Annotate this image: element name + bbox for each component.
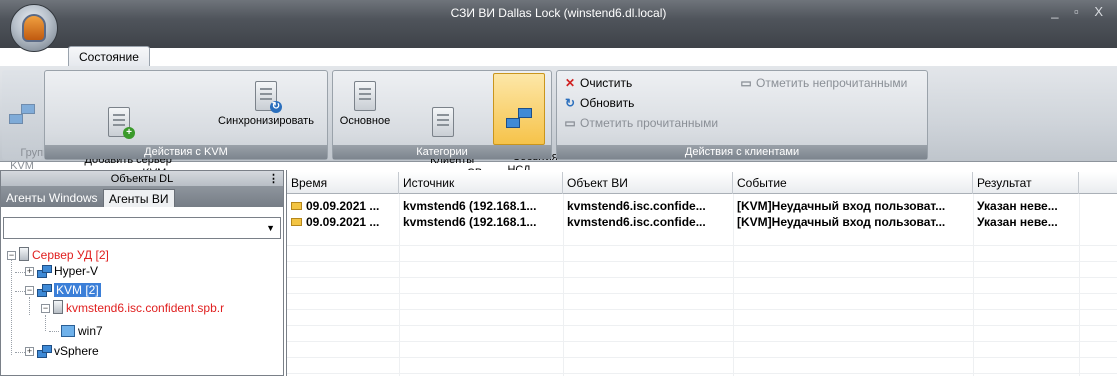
- network-icon: [37, 265, 52, 278]
- collapse-toggle[interactable]: −: [41, 304, 50, 313]
- mark-read-icon: ▭: [564, 116, 576, 130]
- window-controls[interactable]: _ ▫ X: [1051, 4, 1109, 19]
- mark-read-button[interactable]: ▭ Отметить прочитанными: [563, 115, 718, 131]
- column-header-source[interactable]: Источник: [399, 172, 563, 194]
- tree-node-server[interactable]: Сервер УД [2]: [19, 247, 109, 263]
- refresh-label: Обновить: [580, 96, 635, 110]
- ribbon-group-categories: Основное Клиенты управления СВ События Н…: [332, 70, 558, 179]
- tree-node-label: Hyper-V: [54, 264, 99, 278]
- chevron-down-icon[interactable]: ▼: [266, 223, 275, 233]
- group-label-categories: Категории: [333, 145, 551, 159]
- network-icon: [37, 284, 52, 297]
- agent-tabs: Агенты Windows Агенты ВИ: [1, 187, 283, 207]
- category-basic-button[interactable]: Основное: [337, 81, 393, 128]
- tab-kvm-roles[interactable]: Роли KVM: [164, 46, 241, 66]
- panel-menu-icon[interactable]: ⋮: [268, 172, 279, 185]
- collapse-toggle[interactable]: −: [25, 286, 34, 295]
- objects-panel-title: Объекты DL: [1, 171, 283, 187]
- table-row[interactable]: 09.09.2021 ... kvmstend6 (192.168.1... k…: [287, 214, 1117, 230]
- network-icon: [37, 345, 52, 358]
- tab-kvm-security-params[interactable]: Параметры безопасности KVM: [252, 46, 445, 66]
- envelope-icon: [291, 202, 302, 210]
- tab-windows-agents[interactable]: Агенты Windows: [1, 189, 103, 207]
- mark-read-label: Отметить прочитанными: [580, 116, 719, 130]
- group-label-kvm-actions: Действия с KVM: [45, 145, 327, 159]
- refresh-button[interactable]: ↻ Обновить: [563, 95, 634, 111]
- tree-node-vm[interactable]: win7: [61, 323, 103, 339]
- table-row[interactable]: 09.09.2021 ... kvmstend6 (192.168.1... k…: [287, 198, 1117, 214]
- server-add-icon: +: [108, 107, 135, 139]
- tree-node-vsphere[interactable]: vSphere: [37, 343, 99, 359]
- ribbon: Группа KVM + Добавить сервер виртуализац…: [0, 66, 1117, 179]
- cell-event: [KVM]Неудачный вход пользоват...: [737, 199, 946, 213]
- clear-button[interactable]: ✕ Очистить: [563, 75, 632, 91]
- agent-filter-combo[interactable]: ▼: [3, 217, 281, 239]
- clear-label: Очистить: [580, 76, 633, 90]
- grid-header: Время Источник Объект ВИ Событие Результ…: [287, 172, 1117, 194]
- server-settings-icon: [354, 81, 376, 111]
- tree-node-label: kvmstend6.isc.confident.spb.r: [66, 301, 225, 315]
- column-header-time[interactable]: Время: [287, 172, 399, 194]
- mark-unread-label: Отметить непрочитанными: [756, 76, 908, 90]
- ribbon-group-kvm-actions: + Добавить сервер виртуализации KVM... ↻…: [44, 70, 328, 179]
- app-logo-icon: [22, 14, 46, 42]
- vm-icon: [61, 325, 75, 337]
- column-header-result[interactable]: Результат: [973, 172, 1079, 194]
- objects-tree: − Сервер УД [2] + Hyper-V − KVM [2] − kv…: [1, 247, 283, 376]
- add-plus-icon: +: [123, 127, 135, 139]
- app-menu-button[interactable]: [10, 4, 58, 52]
- expand-toggle[interactable]: +: [25, 347, 34, 356]
- expand-toggle[interactable]: +: [25, 267, 34, 276]
- server-icon: [53, 300, 63, 314]
- server-icon: [19, 247, 29, 261]
- category-events-button[interactable]: События НСД: [493, 73, 558, 176]
- network-icon: [9, 104, 35, 130]
- events-grid: Время Источник Объект ВИ Событие Результ…: [286, 170, 1117, 376]
- cell-time: 09.09.2021 ...: [306, 215, 380, 229]
- cell-source: kvmstend6 (192.168.1...: [403, 199, 537, 213]
- close-icon: ✕: [564, 76, 576, 90]
- envelope-icon: [291, 218, 302, 226]
- category-basic-label: Основное: [339, 115, 391, 127]
- cell-result: Указан неве...: [977, 199, 1058, 213]
- mark-unread-icon: ▭: [740, 76, 752, 90]
- ribbon-group-client-actions: ✕ Очистить ↻ Обновить ▭ Отметить прочитанны…: [556, 70, 928, 160]
- group-label-client-actions: Действия с клиентами: [557, 145, 927, 159]
- objects-panel: Объекты DL ⋮ Агенты Windows Агенты ВИ ▼ …: [0, 170, 284, 376]
- server-sync-icon: ↻: [255, 81, 282, 113]
- tree-node-label: KVM [2]: [54, 283, 101, 297]
- warning-network-icon: [506, 108, 532, 134]
- tab-state[interactable]: Состояние: [68, 46, 150, 66]
- tree-node-label: vSphere: [54, 344, 99, 358]
- tree-node-kvm-host[interactable]: kvmstend6.isc.confident.spb.r: [53, 300, 224, 316]
- collapse-toggle[interactable]: −: [7, 251, 16, 260]
- tree-node-hyperv[interactable]: Hyper-V: [37, 263, 98, 279]
- cell-object: kvmstend6.isc.confide...: [567, 215, 706, 229]
- mark-unread-button[interactable]: ▭ Отметить непрочитанными: [739, 75, 907, 91]
- window-title: СЗИ ВИ Dallas Lock (winstend6.dl.local): [450, 6, 667, 20]
- cell-object: kvmstend6.isc.confide...: [567, 199, 706, 213]
- column-header-object[interactable]: Объект ВИ: [563, 172, 733, 194]
- ribbon-group-kvm: Группа KVM: [2, 70, 55, 172]
- tree-node-label: win7: [78, 324, 103, 338]
- sync-icon: ↻: [270, 101, 282, 113]
- column-header-event[interactable]: Событие: [733, 172, 973, 194]
- server-clients-icon: [432, 107, 454, 137]
- refresh-icon: ↻: [564, 96, 576, 110]
- sync-label: Синхронизировать: [218, 115, 314, 127]
- cell-result: Указан неве...: [977, 215, 1058, 229]
- cell-time: 09.09.2021 ...: [306, 199, 380, 213]
- cell-event: [KVM]Неудачный вход пользоват...: [737, 215, 946, 229]
- tree-node-kvm[interactable]: KVM [2]: [37, 282, 101, 298]
- sync-button[interactable]: ↻ Синхронизировать: [205, 81, 327, 128]
- cell-source: kvmstend6 (192.168.1...: [403, 215, 537, 229]
- tab-event-log[interactable]: Журнал событий ВИ: [470, 46, 604, 66]
- tree-node-label: Сервер УД [2]: [32, 248, 109, 262]
- tab-vi-agents[interactable]: Агенты ВИ: [103, 189, 175, 207]
